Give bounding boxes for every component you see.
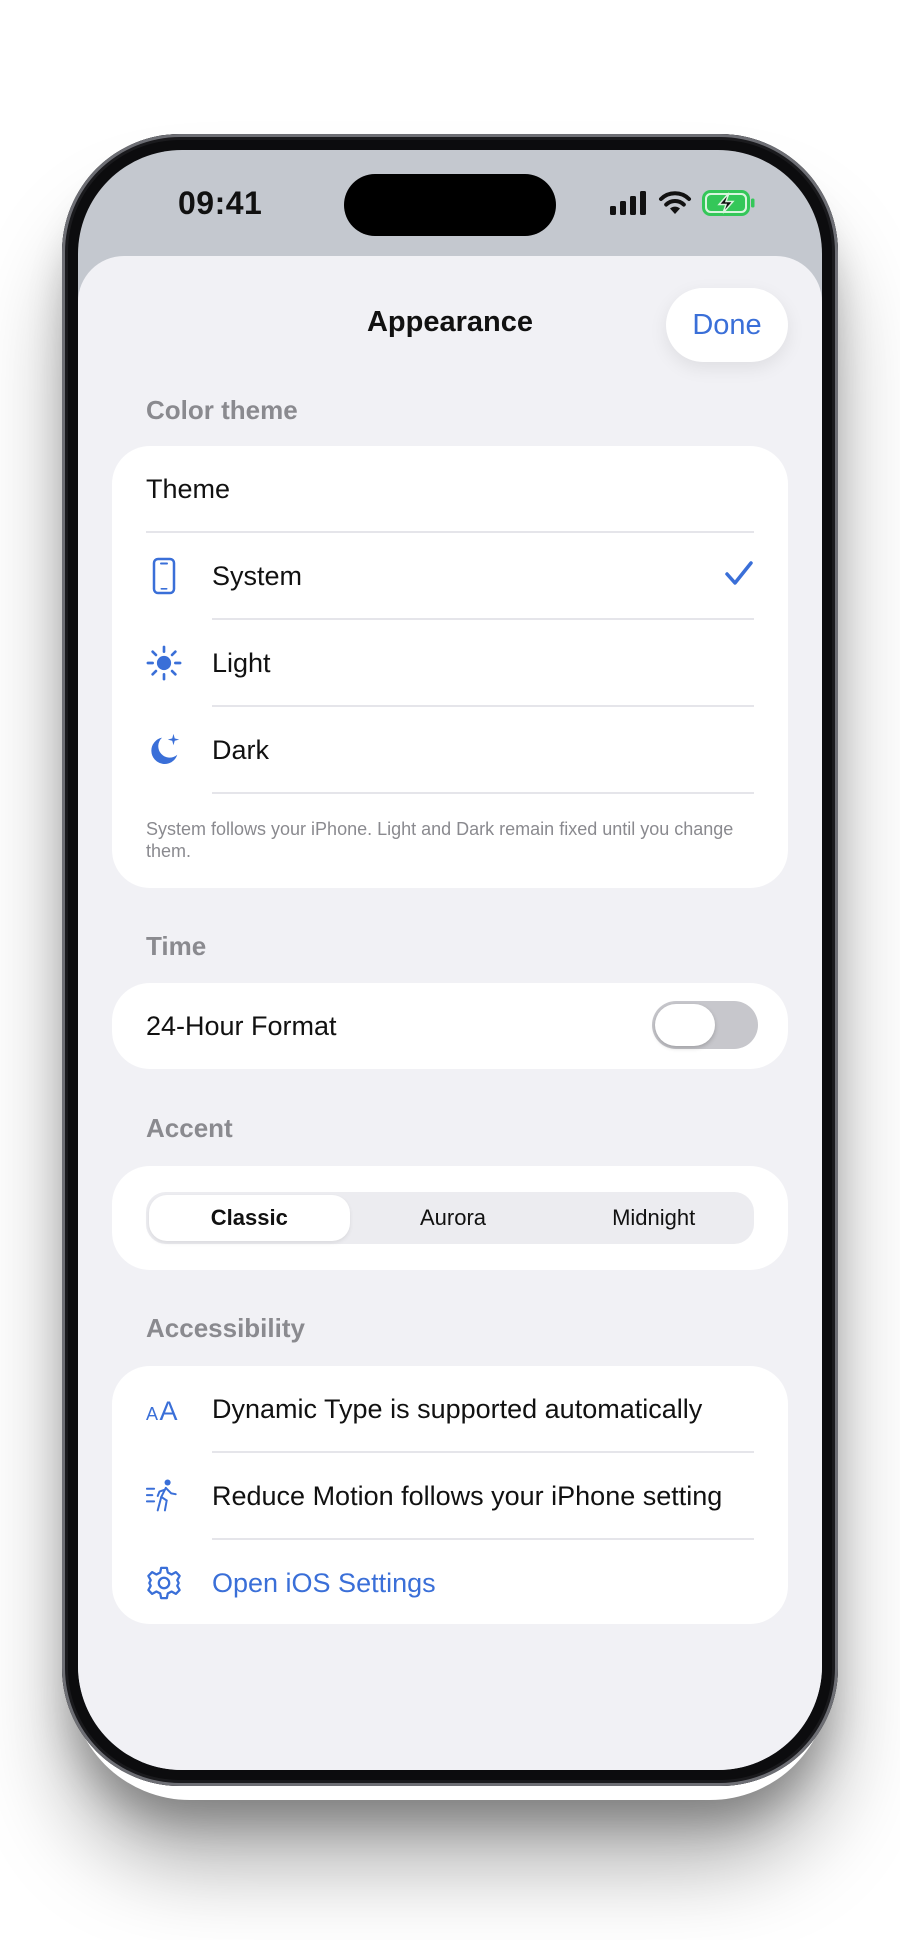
accessibility-card: A A Dynamic Type is supported automatica… [112,1366,788,1624]
section-header-accessibility: Accessibility [146,1313,305,1343]
theme-option-light[interactable]: Light [146,620,754,706]
theme-footnote: System follows your iPhone. Light and Da… [146,819,734,861]
toggle-knob [655,1004,715,1046]
divider [212,792,754,794]
section-header-color-theme: Color theme [146,395,298,425]
section-header-accent: Accent [146,1113,233,1143]
open-ios-settings-label: Open iOS Settings [212,1567,436,1598]
theme-title-row: Theme [146,446,754,532]
section-header-time: Time [146,931,207,961]
done-button[interactable]: Done [666,288,788,362]
theme-option-dark[interactable]: Dark [146,707,754,793]
accent-option-aurora[interactable]: Aurora [353,1192,554,1244]
accent-segmented-control: Classic Aurora Midnight [146,1192,754,1244]
text-size-icon: A A [146,1391,182,1427]
sun-icon [146,645,182,681]
iphone-icon [146,557,182,595]
reduce-motion-label: Reduce Motion follows your iPhone settin… [212,1480,723,1511]
accessibility-row-dynamic-type: A A Dynamic Type is supported automatica… [146,1366,754,1452]
checkmark-icon [724,559,754,594]
theme-option-label: Light [212,647,271,678]
status-icons [610,190,756,216]
theme-title-label: Theme [146,473,231,504]
time-format-label: 24-Hour Format [146,1010,337,1041]
24-hour-format-toggle[interactable] [652,1001,758,1049]
figure-walk-motion-icon [146,1478,182,1514]
wifi-icon [659,191,691,214]
theme-option-label: Dark [212,734,270,765]
phone-screen: 09:41 Appearance Done Color theme Theme … [78,150,822,1770]
appearance-sheet: Appearance Done Color theme Theme System [78,256,822,1770]
gear-icon [146,1565,182,1601]
accent-option-classic[interactable]: Classic [149,1195,350,1241]
theme-option-system[interactable]: System [146,533,754,619]
cellular-signal-icon [610,191,646,215]
svg-text:A: A [146,1404,158,1424]
accent-card: Classic Aurora Midnight [112,1166,788,1270]
open-ios-settings-link[interactable]: Open iOS Settings [146,1540,754,1626]
status-time: 09:41 [178,185,263,221]
battery-charging-icon [702,190,755,216]
theme-option-label: System [212,560,303,591]
svg-text:A: A [160,1396,178,1425]
dynamic-type-label: Dynamic Type is supported automatically [212,1393,703,1424]
accessibility-row-reduce-motion: Reduce Motion follows your iPhone settin… [146,1453,754,1539]
accent-option-midnight[interactable]: Midnight [553,1192,754,1244]
moon-stars-icon [146,732,182,768]
status-bar: 09:41 [78,150,822,256]
time-card: 24-Hour Format [112,983,788,1069]
dynamic-island [344,174,556,236]
color-theme-card: Theme System Light Dark System follows y… [112,446,788,888]
